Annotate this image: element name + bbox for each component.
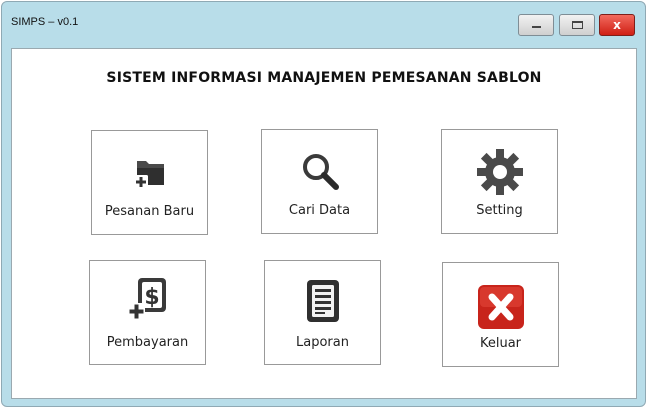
pesanan-baru-button[interactable]: Pesanan Baru: [91, 130, 208, 235]
close-button[interactable]: x: [599, 14, 635, 36]
window-title: SIMPS – v0.1: [11, 16, 79, 28]
report-icon: [265, 277, 380, 325]
menu-label: Keluar: [479, 336, 522, 351]
keluar-button[interactable]: Keluar: [442, 262, 559, 367]
close-icon: x: [613, 18, 621, 32]
laporan-button[interactable]: Laporan: [264, 260, 381, 365]
folder-add-icon: [92, 149, 207, 197]
search-icon: [262, 148, 377, 196]
maximize-button[interactable]: [559, 14, 595, 36]
minimize-button[interactable]: [518, 14, 554, 36]
page-title: SISTEM INFORMASI MANAJEMEN PEMESANAN SAB…: [106, 70, 542, 86]
menu-label: Setting: [476, 203, 523, 218]
menu-label: Pesanan Baru: [104, 204, 195, 219]
main-panel: SISTEM INFORMASI MANAJEMEN PEMESANAN SAB…: [11, 48, 637, 399]
maximize-icon: [571, 21, 583, 29]
minimize-icon: [531, 25, 541, 28]
setting-button[interactable]: Setting: [441, 129, 558, 234]
gear-icon: [442, 148, 557, 196]
cari-data-button[interactable]: Cari Data: [261, 129, 378, 234]
menu-label: Pembayaran: [106, 335, 189, 350]
svg-text:$: $: [144, 285, 159, 310]
pembayaran-button[interactable]: $ Pembayaran: [89, 260, 206, 365]
app-window: SIMPS – v0.1 x SISTEM INFORMASI MANAJEME…: [1, 1, 646, 407]
payment-add-icon: $: [90, 275, 205, 323]
exit-icon: [443, 283, 558, 331]
menu-label: Laporan: [296, 335, 349, 350]
menu-label: Cari Data: [288, 203, 351, 218]
